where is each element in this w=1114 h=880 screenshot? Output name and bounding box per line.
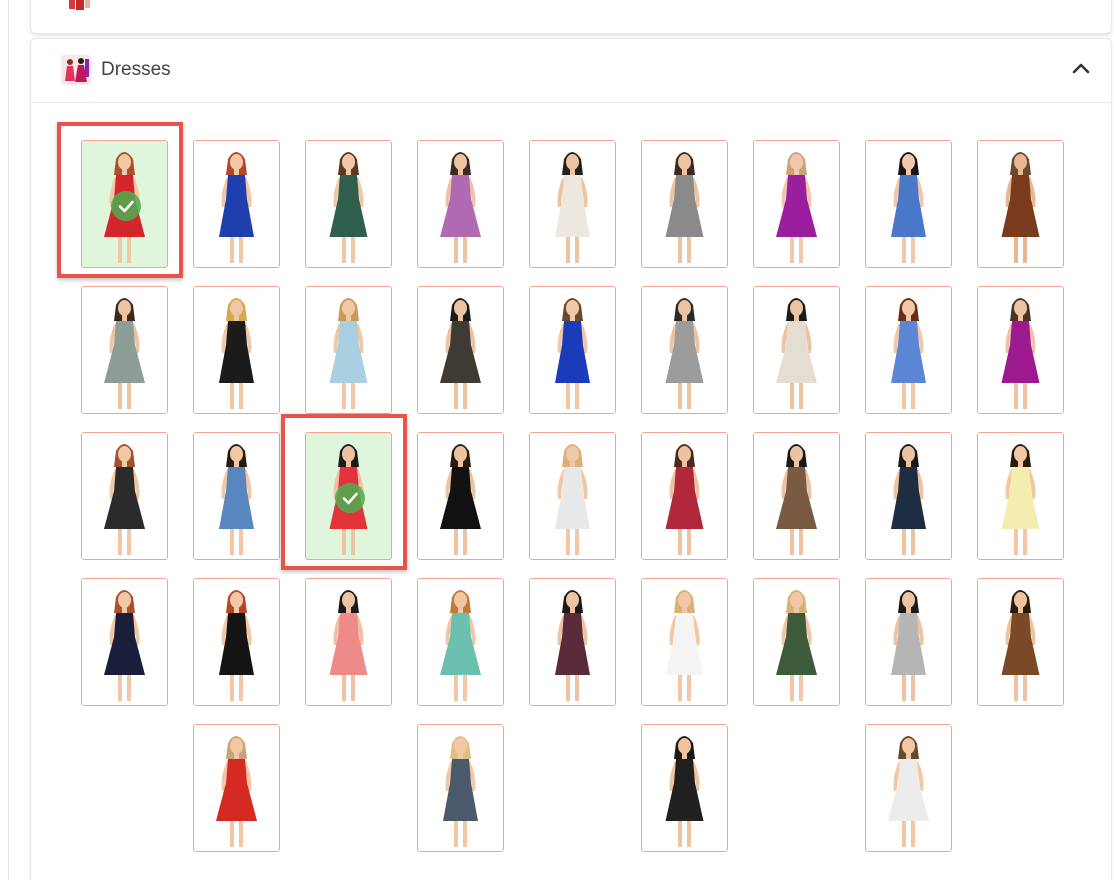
dress-option-tile[interactable] <box>529 140 616 268</box>
dress-photo <box>642 141 727 267</box>
dresses-category-section: Dresses <box>30 38 1112 880</box>
dress-photo <box>754 433 839 559</box>
dress-option-tile[interactable] <box>193 724 280 852</box>
dress-photo <box>194 141 279 267</box>
dress-option-tile[interactable] <box>977 286 1064 414</box>
dress-photo <box>418 141 503 267</box>
dress-option-tile[interactable] <box>641 140 728 268</box>
dress-photo <box>418 579 503 705</box>
dress-option-tile[interactable] <box>641 432 728 560</box>
dress-photo <box>978 433 1063 559</box>
dress-photo <box>418 287 503 413</box>
dress-option-tile[interactable] <box>81 432 168 560</box>
dress-option-tile[interactable] <box>865 286 952 414</box>
dress-option-tile[interactable] <box>417 724 504 852</box>
dress-option-tile[interactable] <box>865 724 952 852</box>
dress-photo <box>754 141 839 267</box>
dress-photo <box>978 141 1063 267</box>
dress-option-tile[interactable] <box>529 432 616 560</box>
dress-option-tile[interactable] <box>417 432 504 560</box>
dress-grid <box>31 39 1113 880</box>
dress-option-tile[interactable] <box>641 578 728 706</box>
dress-photo <box>530 141 615 267</box>
dress-photo <box>82 579 167 705</box>
dress-photo <box>642 579 727 705</box>
dress-photo <box>642 433 727 559</box>
dress-option-tile[interactable] <box>417 578 504 706</box>
dress-photo <box>866 579 951 705</box>
checkmark-icon <box>335 483 365 513</box>
dress-option-tile[interactable] <box>753 432 840 560</box>
dress-photo <box>418 725 503 851</box>
dress-option-tile[interactable] <box>977 432 1064 560</box>
dress-photo <box>530 433 615 559</box>
dress-option-tile[interactable] <box>753 286 840 414</box>
dress-option-tile[interactable] <box>305 432 392 560</box>
dress-photo <box>194 433 279 559</box>
dress-option-tile[interactable] <box>305 578 392 706</box>
dress-photo <box>866 725 951 851</box>
dress-option-tile[interactable] <box>81 140 168 268</box>
dress-photo <box>194 579 279 705</box>
page-left-border <box>8 0 9 880</box>
dress-option-tile[interactable] <box>81 286 168 414</box>
dress-option-tile[interactable] <box>865 432 952 560</box>
dress-photo <box>978 287 1063 413</box>
dress-photo <box>306 141 391 267</box>
previous-category-card <box>30 0 1112 34</box>
dress-photo <box>306 287 391 413</box>
dress-photo <box>530 579 615 705</box>
dress-photo <box>754 287 839 413</box>
dress-option-tile[interactable] <box>81 578 168 706</box>
dress-photo <box>306 579 391 705</box>
dress-photo <box>194 725 279 851</box>
dress-option-tile[interactable] <box>193 140 280 268</box>
dress-photo <box>530 287 615 413</box>
dress-photo <box>866 287 951 413</box>
dress-photo <box>978 579 1063 705</box>
dress-option-tile[interactable] <box>641 286 728 414</box>
dress-option-tile[interactable] <box>305 140 392 268</box>
dress-photo <box>754 579 839 705</box>
dress-photo <box>418 433 503 559</box>
checkmark-icon <box>111 191 141 221</box>
dress-option-tile[interactable] <box>529 286 616 414</box>
dress-photo <box>82 287 167 413</box>
dress-option-tile[interactable] <box>417 140 504 268</box>
dress-option-tile[interactable] <box>193 432 280 560</box>
dress-option-tile[interactable] <box>865 578 952 706</box>
dress-photo <box>194 287 279 413</box>
dress-option-tile[interactable] <box>193 578 280 706</box>
dress-photo <box>866 141 951 267</box>
dress-option-tile[interactable] <box>305 286 392 414</box>
dress-photo <box>642 287 727 413</box>
dress-option-tile[interactable] <box>417 286 504 414</box>
dress-photo <box>82 433 167 559</box>
dress-option-tile[interactable] <box>529 578 616 706</box>
dress-option-tile[interactable] <box>977 140 1064 268</box>
dress-option-tile[interactable] <box>753 578 840 706</box>
dress-option-tile[interactable] <box>193 286 280 414</box>
category-thumbnail-icon <box>61 0 97 11</box>
dress-photo <box>866 433 951 559</box>
dress-option-tile[interactable] <box>977 578 1064 706</box>
dress-option-tile[interactable] <box>865 140 952 268</box>
dress-option-tile[interactable] <box>753 140 840 268</box>
dress-photo <box>642 725 727 851</box>
dress-option-tile[interactable] <box>641 724 728 852</box>
